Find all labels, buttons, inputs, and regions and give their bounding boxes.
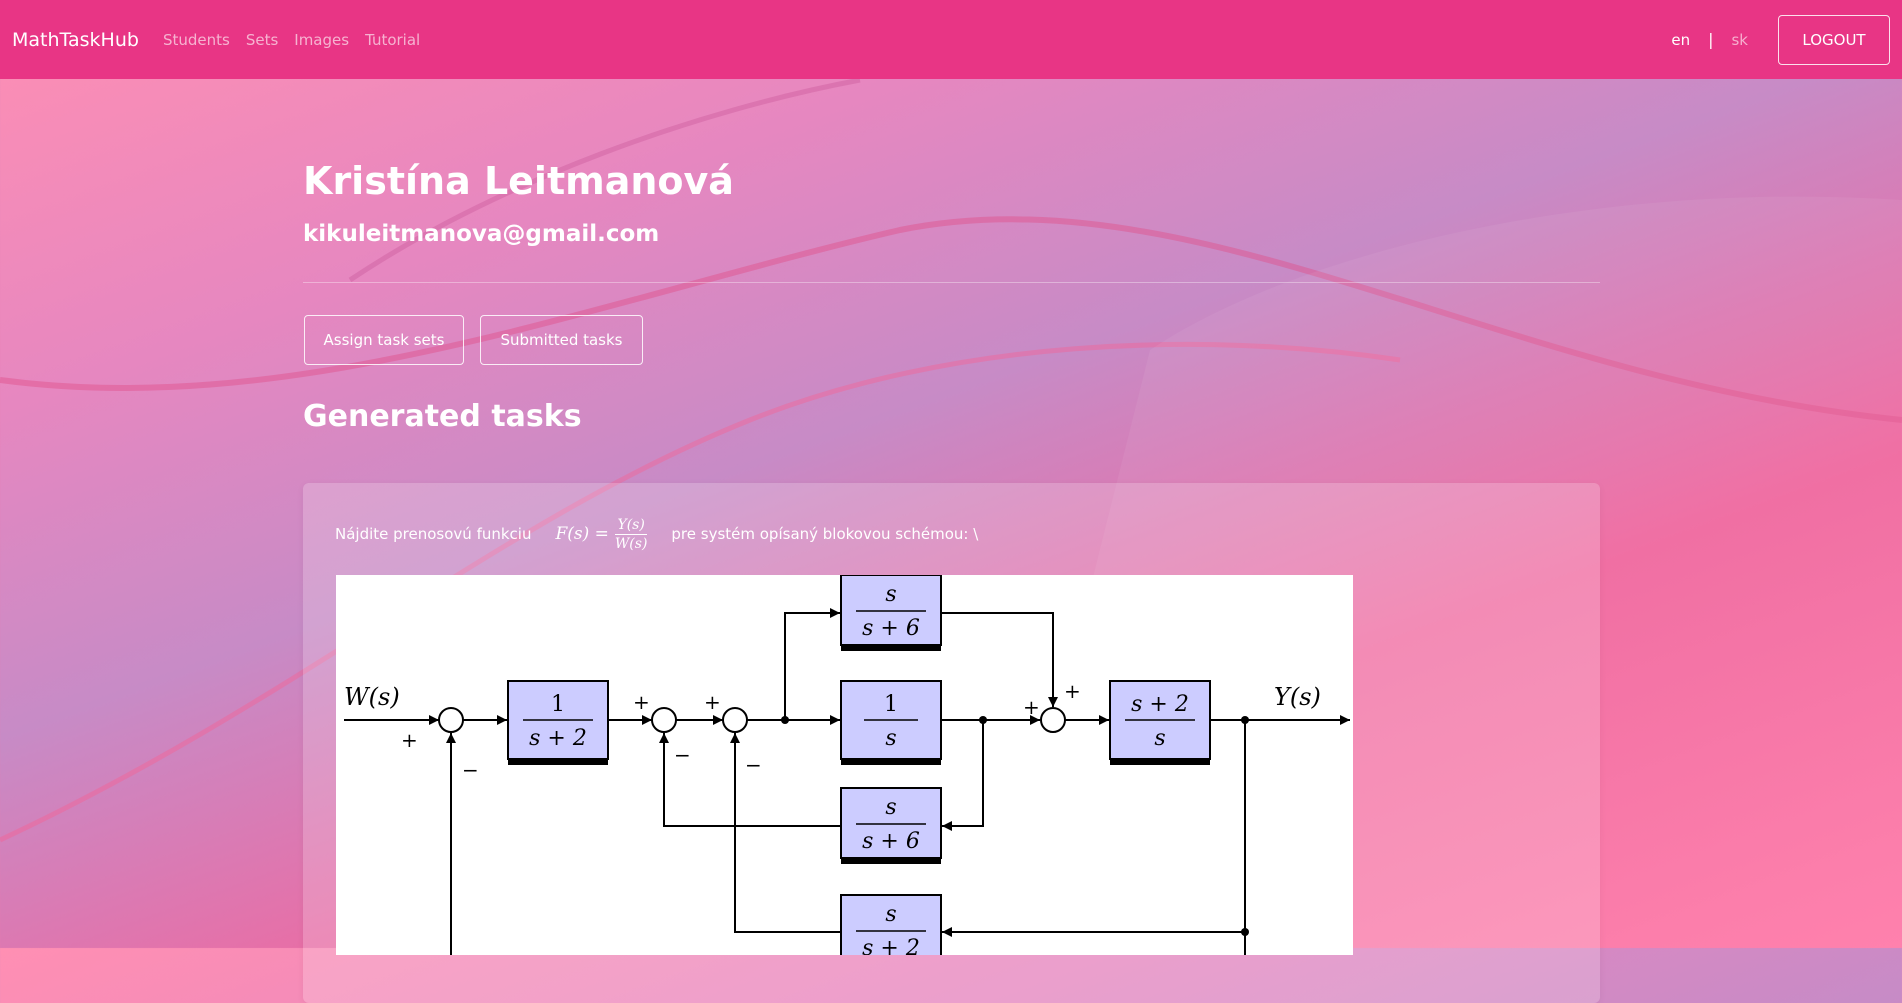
block-5-den: s + 6 (862, 829, 920, 854)
block-5-num: s (885, 795, 896, 820)
sign-5: + (704, 690, 721, 714)
input-label: W(s) (344, 683, 400, 711)
wire-upper-return (941, 612, 1058, 707)
lang-en[interactable]: en (1671, 31, 1690, 49)
sum-junction-2 (651, 707, 677, 733)
formula-fraction: Y(s) W(s) (615, 517, 648, 552)
transfer-function-formula: F(s) = Y(s) W(s) (555, 517, 647, 552)
sign-2: − (462, 758, 479, 782)
sign-8: + (1064, 679, 1081, 703)
block-1-num: 1 (551, 692, 565, 717)
formula-denominator: W(s) (614, 535, 648, 552)
block-3: 1 s (840, 680, 942, 765)
block-4-den: s (1154, 726, 1165, 751)
block-3-num: 1 (884, 692, 898, 717)
assign-task-sets-button[interactable]: Assign task sets (304, 315, 464, 365)
block-4-num: s + 2 (1131, 692, 1189, 717)
block-3-den: s (885, 726, 896, 751)
block-2-den: s + 6 (862, 616, 920, 641)
lang-sk[interactable]: sk (1731, 31, 1748, 49)
student-email: kikuleitmanova@gmail.com (303, 221, 660, 247)
brand-logo[interactable]: MathTaskHub (12, 29, 139, 51)
block-6-den: s + 2 (862, 936, 920, 955)
block-1-den: s + 2 (529, 726, 587, 751)
task-prefix: Nájdite prenosovú funkciu (335, 525, 532, 543)
wire-feedback-inner (942, 720, 984, 831)
block-5: s s + 6 (840, 787, 942, 864)
task-card: Nájdite prenosovú funkciu F(s) = Y(s) W(… (303, 483, 1600, 1003)
logout-button[interactable]: LOGOUT (1778, 14, 1890, 65)
formula-numerator: Y(s) (615, 516, 647, 535)
sign-7: + (1023, 695, 1040, 719)
block-1: 1 s + 2 (507, 680, 609, 765)
task-statement: Nájdite prenosovú funkciu F(s) = Y(s) W(… (335, 509, 978, 559)
sign-3: + (633, 690, 650, 714)
block-6-num: s (885, 902, 896, 927)
block-2-num: s (885, 582, 896, 607)
block-diagram-svg: 1 s + 2 s s + 6 1 s s + 2 s s s + 6 s s … (344, 575, 1350, 955)
sign-6: − (745, 753, 762, 777)
formula-lhs: F(s) = (555, 524, 609, 544)
divider (303, 282, 1600, 283)
block-2: s s + 6 (840, 575, 942, 651)
nav-tutorial[interactable]: Tutorial (365, 31, 420, 49)
generated-tasks-heading: Generated tasks (303, 399, 582, 434)
nav-sets[interactable]: Sets (246, 31, 278, 49)
sum-junction-4 (1040, 707, 1066, 733)
student-name: Kristína Leitmanová (303, 159, 734, 203)
block-4: s + 2 s (1109, 680, 1211, 765)
nav-images[interactable]: Images (294, 31, 349, 49)
block-diagram: 1 s + 2 s s + 6 1 s s + 2 s s s + 6 s s … (336, 575, 1353, 955)
block-6: s s + 2 (840, 894, 942, 955)
top-navbar: MathTaskHub Students Sets Images Tutoria… (0, 0, 1902, 79)
sign-1: + (401, 728, 418, 752)
output-label: Y(s) (1274, 683, 1321, 711)
wire-upper-branch (784, 608, 840, 720)
submitted-tasks-button[interactable]: Submitted tasks (480, 315, 643, 365)
lang-separator: | (1708, 30, 1714, 49)
sign-4: − (674, 743, 691, 767)
sum-junction-3 (722, 707, 748, 733)
task-suffix: pre systém opísaný blokovou schémou: \ (671, 525, 979, 543)
sum-junction-1 (438, 707, 464, 733)
nav-students[interactable]: Students (163, 31, 230, 49)
